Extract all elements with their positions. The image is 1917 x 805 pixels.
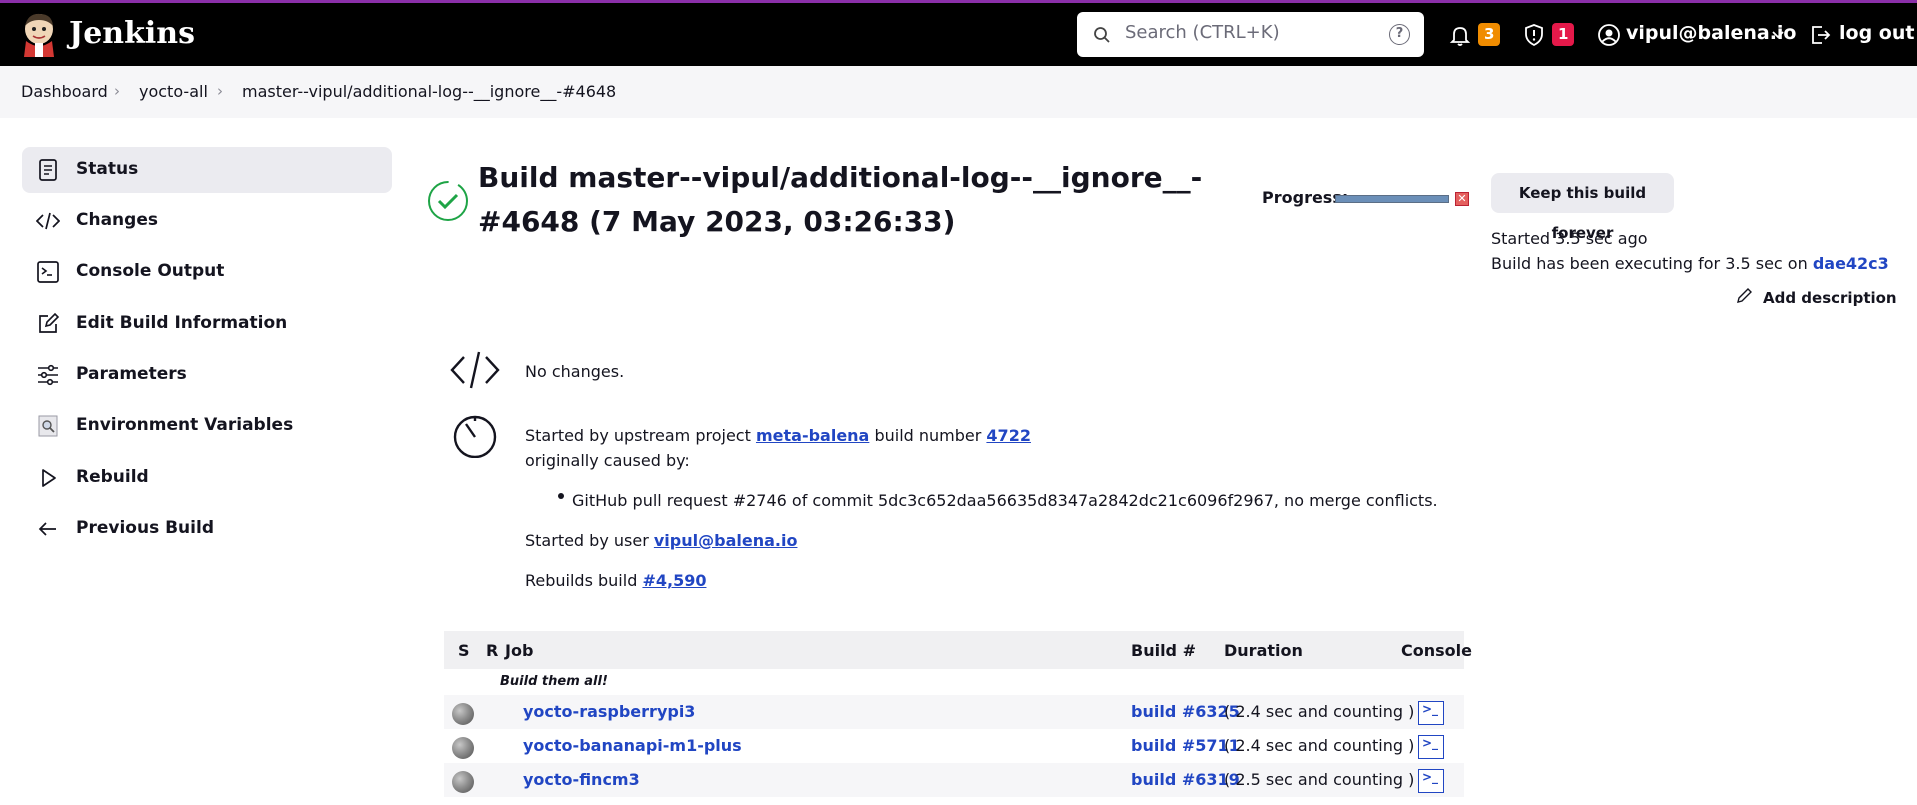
arrow-left-icon: [38, 522, 56, 536]
logout-icon[interactable]: [1808, 23, 1832, 47]
console-icon[interactable]: >_: [1418, 769, 1444, 793]
logout-link[interactable]: log out: [1839, 22, 1914, 44]
started-by-prefix: Started by user: [525, 531, 649, 550]
chevron-down-icon[interactable]: [1770, 26, 1786, 42]
bell-icon[interactable]: [1448, 23, 1472, 47]
sidebar-item-label: Previous Build: [76, 518, 214, 538]
status-ball-icon: [452, 737, 474, 759]
brand-name[interactable]: Jenkins: [69, 16, 195, 51]
sidebar-item-label: Environment Variables: [76, 415, 294, 435]
code-icon: [450, 351, 500, 389]
cause-item: GitHub pull request #2746 of commit 5dc3…: [572, 491, 1438, 510]
no-changes-text: No changes.: [525, 362, 625, 381]
duration-text: ( 2.4 sec and counting ): [1224, 702, 1415, 721]
col-duration: Duration: [1224, 641, 1303, 660]
help-icon[interactable]: ?: [1389, 24, 1410, 45]
upstream-build-link[interactable]: 4722: [986, 426, 1031, 445]
table-header: S R Job Build # Duration Console: [444, 631, 1472, 669]
job-link[interactable]: yocto-bananapi-m1-plus: [523, 736, 742, 755]
col-result: R: [486, 641, 499, 660]
sidebar-item-label: Parameters: [76, 364, 187, 384]
upstream-project-link[interactable]: meta-balena: [756, 426, 869, 445]
code-icon: [36, 212, 60, 230]
search-icon: [1094, 27, 1110, 43]
upstream-cause: Started by upstream project meta-balena …: [525, 426, 1031, 445]
add-description-label: Add description: [1763, 289, 1897, 307]
breadcrumb-current-build[interactable]: master--vipul/additional-log--__ignore__…: [242, 82, 616, 101]
job-link[interactable]: yocto-fincm3: [523, 770, 640, 789]
shield-icon[interactable]: [1522, 23, 1546, 47]
user-icon[interactable]: [1597, 23, 1621, 47]
sidebar-item-label: Console Output: [76, 261, 225, 281]
table-row: yocto-raspberrypi3 build #6325 ( 2.4 sec…: [444, 695, 1464, 729]
progress-fill: [1336, 196, 1448, 202]
sidebar-item-label: Changes: [76, 210, 158, 230]
upstream-mid: build number: [874, 426, 982, 445]
search-box[interactable]: Search (CTRL+K) ?: [1077, 12, 1424, 57]
status-ball-icon: [452, 771, 474, 793]
play-icon: [42, 469, 56, 487]
breadcrumb-dashboard[interactable]: Dashboard: [21, 82, 108, 101]
breadcrumb: Dashboard › yocto-all › master--vipul/ad…: [0, 66, 1917, 118]
chevron-right-icon: ›: [114, 82, 120, 100]
sliders-icon: [38, 364, 58, 386]
sidebar-item-rebuild[interactable]: Rebuild: [22, 455, 392, 501]
list-bullet: [558, 493, 564, 499]
breadcrumb-yocto-all[interactable]: yocto-all: [139, 82, 208, 101]
duration-text: ( 2.5 sec and counting ): [1224, 770, 1415, 789]
magnifier-doc-icon: [38, 415, 58, 437]
security-badge[interactable]: 1: [1552, 23, 1575, 46]
sidebar-item-environment-variables[interactable]: Environment Variables: [22, 403, 392, 449]
console-icon[interactable]: >_: [1418, 735, 1444, 759]
executor-link[interactable]: dae42c3: [1813, 254, 1889, 273]
executing-text: Build has been executing for 3.5 sec on: [1491, 254, 1808, 273]
search-input[interactable]: Search (CTRL+K): [1125, 22, 1280, 43]
job-link[interactable]: yocto-raspberrypi3: [523, 702, 695, 721]
sidebar-item-status[interactable]: Status: [22, 147, 392, 193]
started-by-user-link[interactable]: vipul@balena.io: [654, 531, 798, 550]
sidebar-item-changes[interactable]: Changes: [22, 198, 392, 244]
jenkins-logo-icon[interactable]: [18, 11, 60, 57]
sidebar-item-label: Status: [76, 159, 139, 179]
col-job: Job: [505, 641, 534, 660]
edit-icon: [39, 312, 60, 333]
chevron-right-icon: ›: [217, 82, 223, 100]
top-header: Jenkins Search (CTRL+K) ? 3 1 vipul@bale…: [0, 3, 1917, 66]
upstream-prefix: Started by upstream project: [525, 426, 751, 445]
rebuilds-text: Rebuilds build #4,590: [525, 571, 706, 590]
status-ball-icon: [452, 703, 474, 725]
caused-by-text: originally caused by:: [525, 451, 690, 470]
terminal-icon: [37, 261, 59, 283]
pencil-icon: [1737, 288, 1752, 303]
started-ago: Started 3.5 sec ago: [1491, 229, 1648, 248]
sidebar-item-label: Rebuild: [76, 467, 149, 487]
page-title: Build master--vipul/additional-log--__ig…: [478, 161, 1203, 238]
sidebar-item-edit-build-information[interactable]: Edit Build Information: [22, 301, 392, 347]
col-status: S: [458, 641, 470, 660]
timer-icon: [453, 415, 497, 458]
keep-build-forever-button[interactable]: Keep this build forever: [1491, 173, 1674, 242]
progress-bar: [1335, 195, 1449, 203]
stop-build-button[interactable]: ✕: [1455, 192, 1469, 206]
rebuilds-prefix: Rebuilds build: [525, 571, 638, 590]
table-row: yocto-bananapi-m1-plus build #5711 ( 2.4…: [444, 729, 1464, 763]
sidebar-item-previous-build[interactable]: Previous Build: [22, 506, 392, 552]
duration-text: ( 2.4 sec and counting ): [1224, 736, 1415, 755]
sidebar-item-parameters[interactable]: Parameters: [22, 352, 392, 398]
document-icon: [39, 159, 57, 181]
console-icon[interactable]: >_: [1418, 701, 1444, 725]
started-by-user: Started by user vipul@balena.io: [525, 531, 797, 550]
rebuilds-build-link[interactable]: #4,590: [642, 571, 706, 590]
sidebar-item-label: Edit Build Information: [76, 313, 288, 333]
sidebar-item-console-output[interactable]: Console Output: [22, 249, 392, 295]
col-build: Build #: [1131, 641, 1196, 660]
executing-info: Build has been executing for 3.5 sec on …: [1491, 254, 1889, 273]
group-label: Build them all!: [500, 674, 608, 689]
success-check-icon: [428, 181, 468, 221]
add-description-button[interactable]: Add description: [1735, 288, 1897, 307]
table-row: yocto-fincm3 build #6319 ( 2.5 sec and c…: [444, 763, 1464, 797]
col-console: Console: [1401, 641, 1472, 660]
notifications-badge[interactable]: 3: [1478, 23, 1501, 46]
